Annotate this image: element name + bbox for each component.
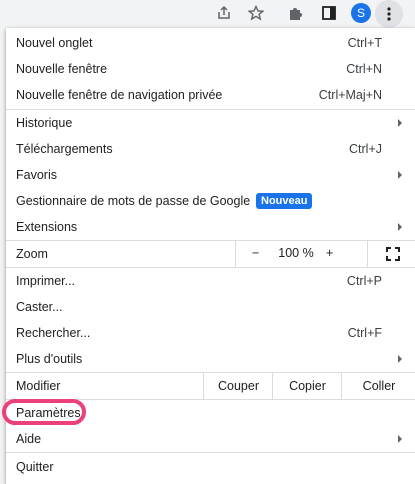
menu-separator xyxy=(6,452,415,453)
menu-item-downloads[interactable]: Téléchargements Ctrl+J xyxy=(6,136,415,162)
menu-item-label: Nouvel onglet xyxy=(16,36,93,50)
menu-item-label: Caster... xyxy=(16,300,63,314)
menu-item-print[interactable]: Imprimer... Ctrl+P xyxy=(6,268,415,294)
menu-item-shortcut: Ctrl+P xyxy=(346,274,382,288)
submenu-arrow-icon xyxy=(398,355,402,363)
submenu-arrow-icon xyxy=(398,435,402,443)
menu-item-label: Historique xyxy=(16,116,73,130)
menu-item-label: Aide xyxy=(16,432,42,446)
browser-toolbar: S xyxy=(0,0,415,28)
menu-item-shortcut: Ctrl+Maj+N xyxy=(318,88,382,102)
menu-item-label: Plus d'outils xyxy=(16,352,83,366)
menu-item-label: Téléchargements xyxy=(16,142,113,156)
fullscreen-icon xyxy=(385,247,400,261)
star-icon[interactable] xyxy=(245,2,267,24)
menu-item-more-tools[interactable]: Plus d'outils xyxy=(6,346,415,372)
submenu-arrow-icon xyxy=(398,223,402,231)
copy-button[interactable]: Copier xyxy=(272,373,342,399)
menu-item-label: Imprimer... xyxy=(16,274,76,288)
zoom-out-button[interactable]: − xyxy=(252,246,259,260)
menu-item-label: Paramètres xyxy=(16,406,81,420)
menu-item-label: Nouvelle fenêtre xyxy=(16,62,108,76)
menu-item-new-incognito-window[interactable]: Nouvelle fenêtre de navigation privée Ct… xyxy=(6,82,415,108)
menu-item-label: Favoris xyxy=(16,168,57,182)
menu-item-password-manager[interactable]: Gestionnaire de mots de passe de Google … xyxy=(6,188,415,214)
avatar-letter: S xyxy=(351,3,371,23)
zoom-controls: − 100 % + xyxy=(235,241,415,267)
menu-item-quit[interactable]: Quitter xyxy=(6,454,415,480)
menu-item-shortcut: Ctrl+N xyxy=(346,62,382,76)
kebab-menu-icon[interactable] xyxy=(375,0,403,28)
fullscreen-button[interactable] xyxy=(367,241,415,267)
menu-item-find[interactable]: Rechercher... Ctrl+F xyxy=(6,320,415,346)
cut-button[interactable]: Couper xyxy=(203,373,273,399)
submenu-arrow-icon xyxy=(398,119,402,127)
puzzle-icon[interactable] xyxy=(285,2,307,24)
side-panel-icon[interactable] xyxy=(318,2,340,24)
menu-item-label: Modifier xyxy=(16,379,61,393)
menu-item-history[interactable]: Historique xyxy=(6,110,415,136)
menu-item-label: Rechercher... xyxy=(16,326,91,340)
paste-button[interactable]: Coller xyxy=(341,373,415,399)
menu-item-settings[interactable]: Paramètres xyxy=(2,399,415,426)
menu-item-label: Nouvelle fenêtre de navigation privée xyxy=(16,88,223,102)
menu-item-label: Zoom xyxy=(16,247,48,261)
chrome-main-menu: Nouvel onglet Ctrl+T Nouvelle fenêtre Ct… xyxy=(2,28,415,484)
profile-avatar[interactable]: S xyxy=(350,2,372,24)
menu-item-label: Quitter xyxy=(16,460,54,474)
new-badge: Nouveau xyxy=(256,193,313,209)
menu-item-extensions[interactable]: Extensions xyxy=(6,214,415,240)
menu-item-new-window[interactable]: Nouvelle fenêtre Ctrl+N xyxy=(6,56,415,82)
menu-item-bookmarks[interactable]: Favoris xyxy=(6,162,415,188)
menu-item-shortcut: Ctrl+T xyxy=(347,36,382,50)
share-icon[interactable] xyxy=(213,2,235,24)
menu-item-label: Gestionnaire de mots de passe de Google xyxy=(16,194,251,208)
menu-item-label: Extensions xyxy=(16,220,78,234)
menu-item-edit: Modifier Couper Copier Coller xyxy=(6,373,415,399)
menu-item-cast[interactable]: Caster... xyxy=(6,294,415,320)
zoom-level: 100 % xyxy=(278,246,314,260)
menu-item-help[interactable]: Aide xyxy=(6,426,415,452)
menu-item-new-tab[interactable]: Nouvel onglet Ctrl+T xyxy=(6,30,415,56)
menu-item-shortcut: Ctrl+F xyxy=(347,326,382,340)
submenu-arrow-icon xyxy=(398,171,402,179)
zoom-in-button[interactable]: + xyxy=(326,246,333,260)
menu-item-shortcut: Ctrl+J xyxy=(349,142,382,156)
menu-item-zoom: Zoom − 100 % + xyxy=(6,241,415,267)
